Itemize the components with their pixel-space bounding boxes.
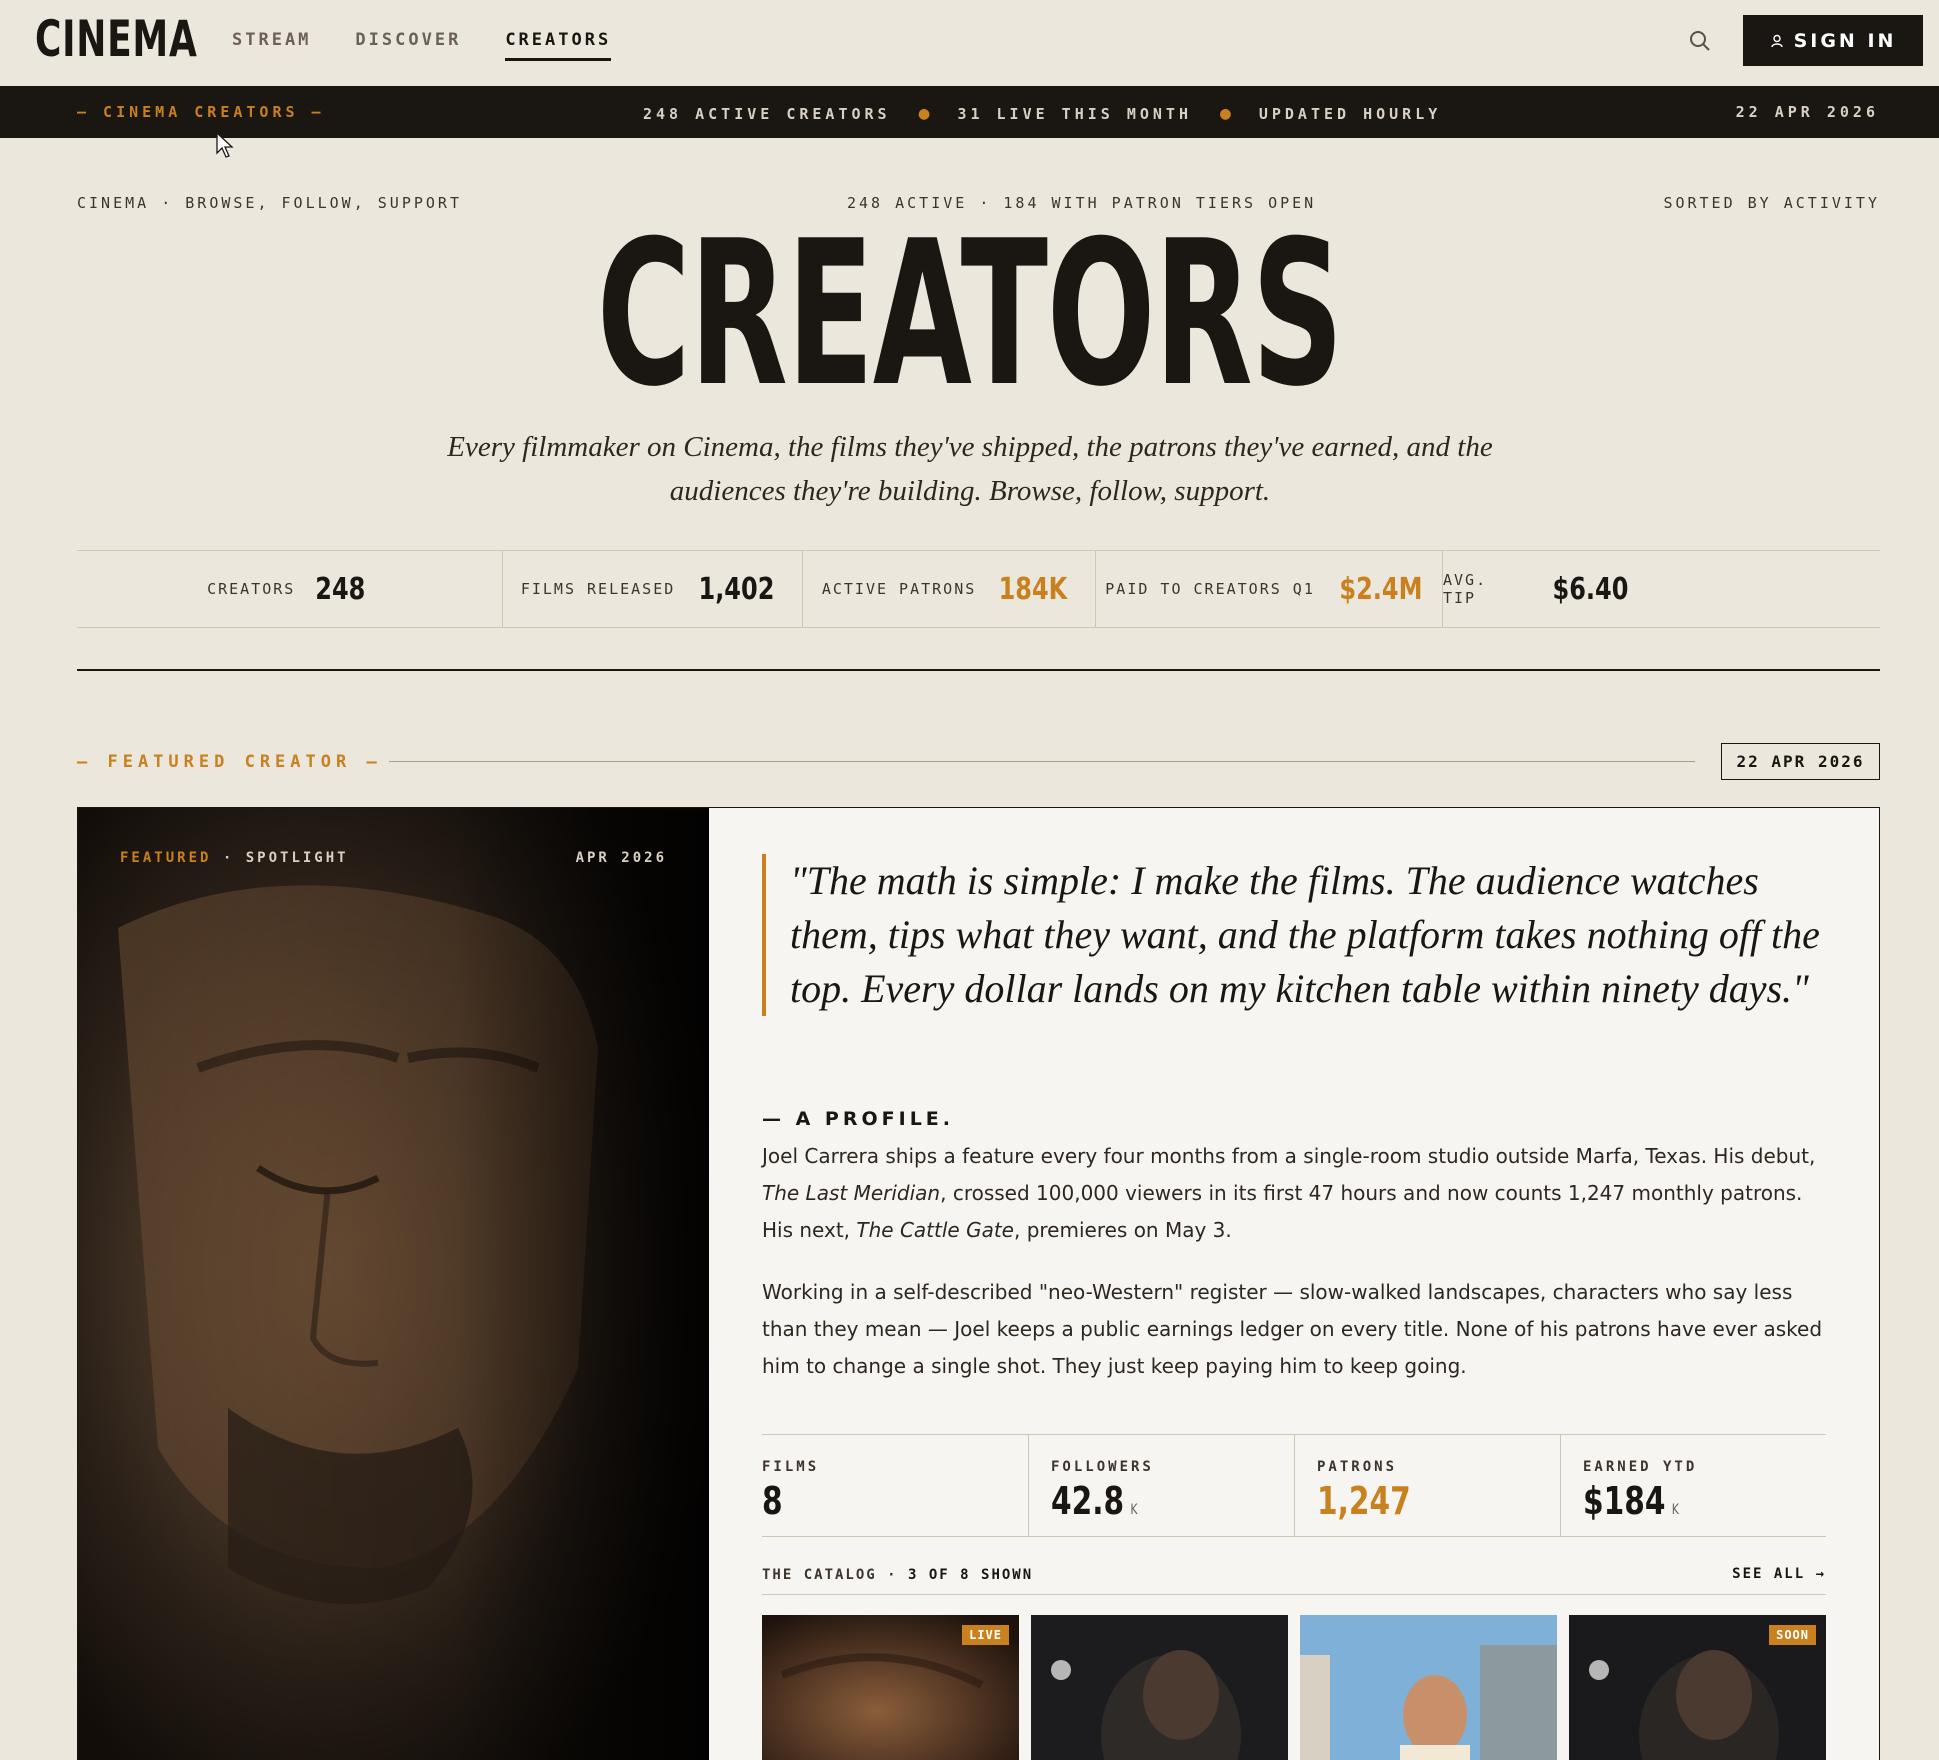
kpi-label: FILMS	[762, 1459, 820, 1475]
ticker-items: 248 ACTIVE CREATORS ● 31 LIVE THIS MONTH…	[643, 103, 1441, 124]
stat-value: $2.4M	[1339, 571, 1423, 607]
profile-heading: — A PROFILE.	[762, 1108, 954, 1130]
stat-avg-tip: AVG. TIP $6.40	[1442, 551, 1638, 627]
profile-paragraph: Working in a self-described "neo-Western…	[762, 1280, 1823, 1378]
mouse-cursor-icon	[216, 132, 234, 158]
soon-badge: SOON	[1769, 1625, 1816, 1645]
divider	[77, 669, 1880, 671]
live-badge: LIVE	[962, 1625, 1009, 1645]
divider	[389, 761, 1695, 762]
stat-value: 1,402	[698, 571, 775, 607]
see-all-link[interactable]: SEE ALL →	[1732, 1566, 1826, 1582]
ticker-bar: — CINEMA CREATORS — 248 ACTIVE CREATORS …	[0, 86, 1939, 138]
ticker-date: 22 APR 2026	[1735, 103, 1879, 121]
creator-kpis: FILMS 8 FOLLOWERS 42.8 K PATRONS 1,247 EA…	[762, 1434, 1826, 1537]
kpi-patrons: PATRONS 1,247	[1294, 1435, 1560, 1536]
portrait-month: APR 2026	[575, 850, 667, 866]
film-thumbnail[interactable]: SOON	[1569, 1615, 1826, 1760]
stat-paid: PAID TO CREATORS Q1 $2.4M	[1095, 551, 1442, 627]
catalog-thumbnails: LIVE SOON	[762, 1615, 1826, 1760]
kpi-films: FILMS 8	[762, 1435, 1028, 1536]
featured-tag: FEATURED	[120, 850, 212, 866]
catalog-count: 3 OF 8 SHOWN	[908, 1567, 1034, 1583]
kpi-value: 8	[762, 1479, 783, 1523]
bullet-icon: ●	[1220, 103, 1231, 124]
film-thumbnail[interactable]	[1031, 1615, 1288, 1760]
pull-quote: "The math is simple: I make the films. T…	[762, 854, 1826, 1016]
stat-value: 248	[315, 571, 366, 607]
stats-bar: CREATORS 248 FILMS RELEASED 1,402 ACTIVE…	[77, 550, 1880, 628]
bullet-icon: ●	[918, 103, 930, 124]
sign-in-label: SIGN IN	[1793, 29, 1897, 52]
stat-label: FILMS RELEASED	[520, 580, 676, 598]
main-nav: STREAM DISCOVER CREATORS	[232, 30, 612, 61]
kpi-label: FOLLOWERS	[1051, 1459, 1154, 1475]
ticker-item: 248 ACTIVE CREATORS	[643, 104, 891, 123]
film-title-link[interactable]: The Cattle Gate	[856, 1218, 1014, 1242]
featured-label: — FEATURED CREATOR —	[77, 752, 382, 772]
creator-portrait: FEATURED · SPOTLIGHT APR 2026	[78, 808, 709, 1760]
film-title-link[interactable]: The Last Meridian	[762, 1181, 940, 1205]
nav-link-creators[interactable]: CREATORS	[505, 30, 612, 61]
page-title: CREATORS	[0, 210, 1939, 420]
film-thumbnail[interactable]	[1300, 1615, 1557, 1760]
portrait-tag: FEATURED · SPOTLIGHT	[120, 850, 349, 866]
stat-label: ACTIVE PATRONS	[821, 580, 977, 598]
stat-creators: CREATORS 248	[77, 551, 502, 627]
stat-value: 184K	[998, 571, 1068, 607]
stat-films: FILMS RELEASED 1,402	[502, 551, 802, 627]
kpi-value: 42.8 K	[1051, 1479, 1138, 1523]
profile-text: , premieres on May 3.	[1013, 1218, 1232, 1242]
ticker-label: — CINEMA CREATORS —	[77, 103, 325, 121]
stat-value: $6.40	[1552, 571, 1629, 607]
nav-link-stream[interactable]: STREAM	[232, 30, 311, 61]
thumbnail-image	[1300, 1615, 1557, 1760]
spotlight-tag: · SPOTLIGHT	[211, 850, 349, 866]
page-title-text: CREATORS	[596, 198, 1344, 431]
creator-profile: "The math is simple: I make the films. T…	[762, 808, 1826, 1760]
sign-in-button[interactable]: SIGN IN	[1743, 15, 1923, 66]
profile-paragraph: Joel Carrera ships a feature every four …	[762, 1138, 1826, 1249]
nav-link-discover[interactable]: DISCOVER	[355, 30, 461, 61]
logo[interactable]: CINEMA	[35, 10, 198, 68]
kpi-followers: FOLLOWERS 42.8 K	[1028, 1435, 1294, 1536]
featured-date-badge: 22 APR 2026	[1721, 743, 1880, 780]
user-icon	[1770, 34, 1783, 47]
stat-label: PAID TO CREATORS Q1	[1105, 580, 1315, 598]
featured-creator-card: FEATURED · SPOTLIGHT APR 2026 "The math …	[77, 807, 1880, 1760]
stat-label: AVG. TIP	[1443, 571, 1488, 607]
profile-text: Joel Carrera ships a feature every four …	[762, 1144, 1816, 1168]
kpi-value: $184 K	[1583, 1479, 1679, 1523]
stat-label: CREATORS	[207, 580, 296, 598]
kpi-label: PATRONS	[1317, 1459, 1398, 1475]
page-subtitle: Every filmmaker on Cinema, the films the…	[447, 431, 1493, 507]
ticker-item: UPDATED HOURLY	[1258, 104, 1442, 123]
top-nav: CINEMA STREAM DISCOVER CREATORS SIGN IN	[0, 0, 1939, 86]
kpi-earned: EARNED YTD $184 K	[1560, 1435, 1826, 1536]
film-thumbnail[interactable]: LIVE	[762, 1615, 1019, 1760]
kpi-value: 1,247	[1317, 1479, 1411, 1523]
thumbnail-image	[1031, 1615, 1288, 1760]
search-icon[interactable]	[1686, 27, 1714, 55]
ticker-item: 31 LIVE THIS MONTH	[957, 104, 1192, 123]
divider	[762, 1594, 1826, 1595]
kpi-label: EARNED YTD	[1583, 1459, 1698, 1475]
portrait-image	[78, 808, 709, 1760]
catalog-heading: THE CATALOG · 3 OF 8 SHOWN	[762, 1567, 1034, 1583]
stat-patrons: ACTIVE PATRONS 184K	[802, 551, 1095, 627]
